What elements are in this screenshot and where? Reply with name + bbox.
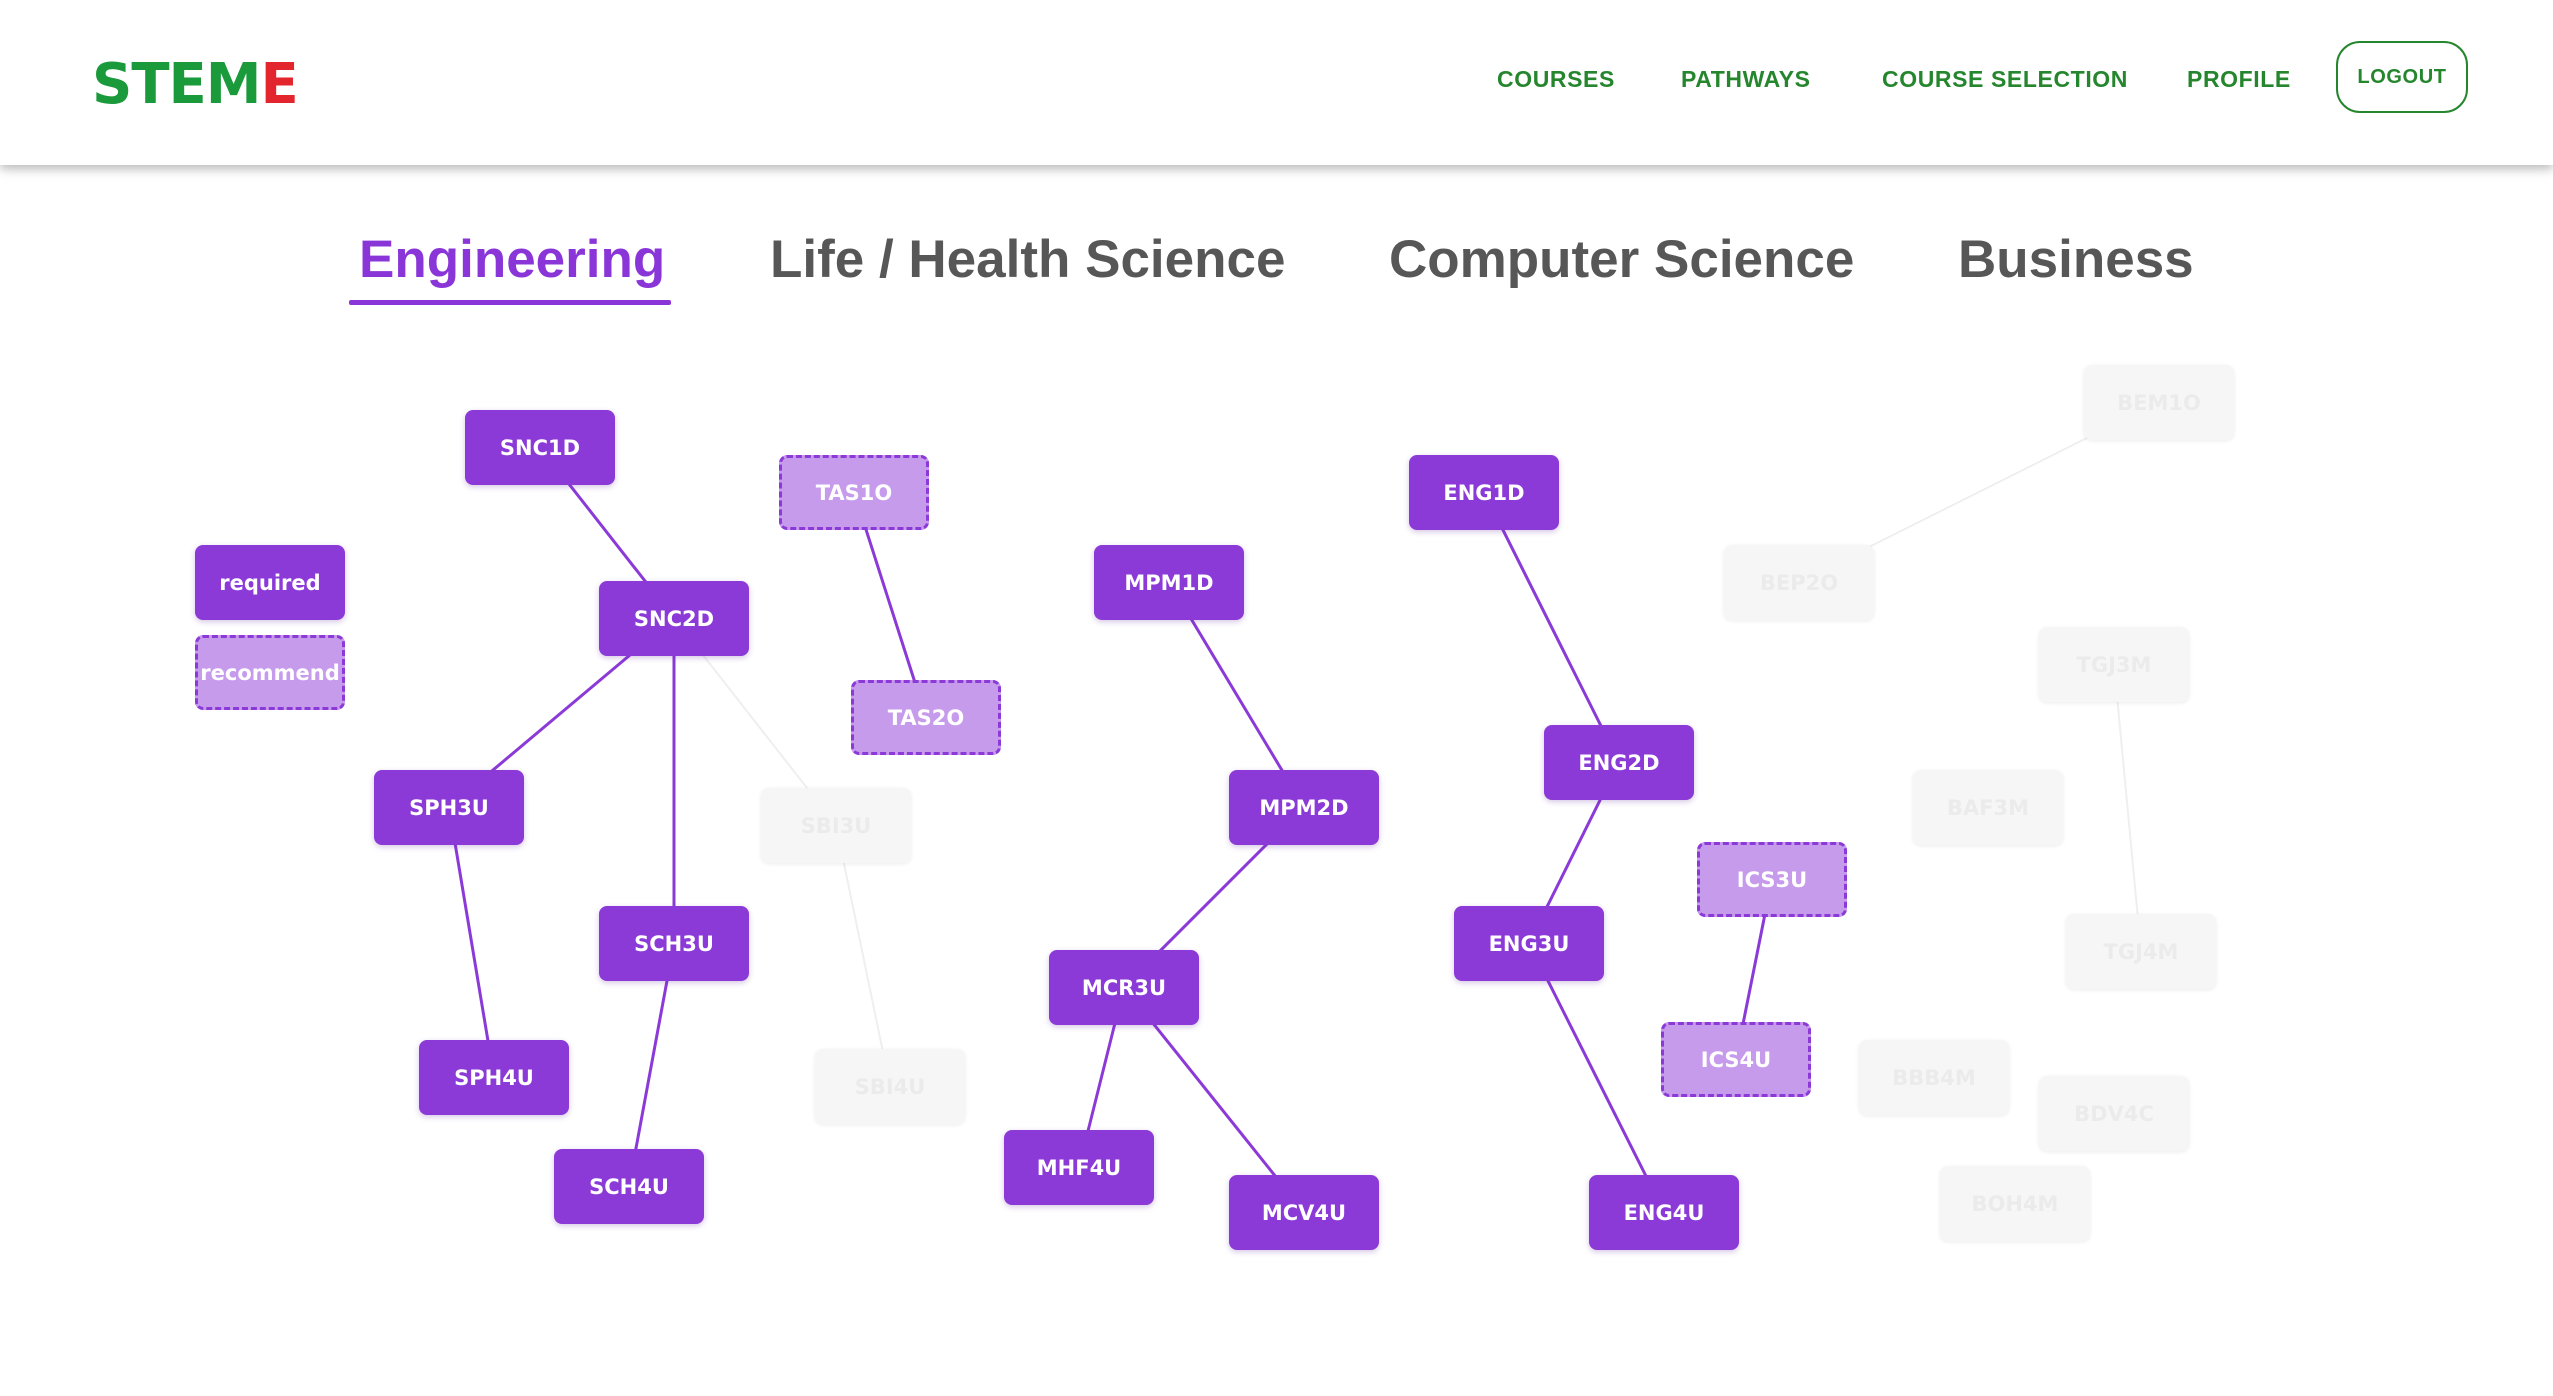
- course-node-mpm2d[interactable]: MPM2D: [1229, 770, 1379, 845]
- course-node-eng4u[interactable]: ENG4U: [1589, 1175, 1739, 1250]
- course-node-sbi3u[interactable]: SBI3U: [761, 788, 911, 863]
- legend-required: required: [195, 545, 345, 620]
- course-node-bbb4m[interactable]: BBB4M: [1859, 1040, 2009, 1115]
- logo-text-stem: STEM: [92, 52, 262, 117]
- course-node-eng2d[interactable]: ENG2D: [1544, 725, 1694, 800]
- link-sbi3u-sbi4u: [835, 824, 891, 1087]
- course-node-bem1o[interactable]: BEM1O: [2084, 365, 2234, 440]
- nav-courses-link[interactable]: COURSES: [1497, 64, 1615, 94]
- steme-logo[interactable]: STEME: [92, 50, 299, 120]
- course-node-tgj3m[interactable]: TGJ3M: [2039, 627, 2189, 702]
- logo-text-e: E: [260, 52, 299, 117]
- course-node-snc2d[interactable]: SNC2D: [599, 581, 749, 656]
- course-node-mcr3u[interactable]: MCR3U: [1049, 950, 1199, 1025]
- link-sph3u-sph4u: [447, 806, 496, 1078]
- link-tgj3m-tgj4m: [2113, 663, 2142, 952]
- nav-pathways-link[interactable]: PATHWAYS: [1681, 64, 1811, 94]
- course-node-tgj4m[interactable]: TGJ4M: [2066, 914, 2216, 989]
- course-node-eng3u[interactable]: ENG3U: [1454, 906, 1604, 981]
- course-node-tas2o[interactable]: TAS2O: [851, 680, 1001, 755]
- course-node-bdv4c[interactable]: BDV4C: [2039, 1076, 2189, 1151]
- logout-button[interactable]: LOGOUT: [2336, 41, 2468, 113]
- course-node-tas1o[interactable]: TAS1O: [779, 455, 929, 530]
- nav-course-selection-link[interactable]: COURSE SELECTION: [1882, 64, 2128, 94]
- course-node-ics3u[interactable]: ICS3U: [1697, 842, 1847, 917]
- course-node-sph4u[interactable]: SPH4U: [419, 1040, 569, 1115]
- course-node-baf3m[interactable]: BAF3M: [1913, 770, 2063, 845]
- link-eng3u-eng4u: [1527, 942, 1666, 1213]
- course-node-snc1d[interactable]: SNC1D: [465, 410, 615, 485]
- course-node-mcv4u[interactable]: MCV4U: [1229, 1175, 1379, 1250]
- nav-profile-link[interactable]: PROFILE: [2187, 64, 2291, 94]
- course-node-ics4u[interactable]: ICS4U: [1661, 1022, 1811, 1097]
- link-eng1d-eng2d: [1482, 491, 1621, 763]
- course-node-bep2o[interactable]: BEP2O: [1724, 545, 1874, 620]
- legend-recommend: recommend: [195, 635, 345, 710]
- course-node-sch4u[interactable]: SCH4U: [554, 1149, 704, 1224]
- course-node-mpm1d[interactable]: MPM1D: [1094, 545, 1244, 620]
- top-navbar: STEME COURSES PATHWAYS COURSE SELECTION …: [0, 0, 2553, 165]
- course-node-eng1d[interactable]: ENG1D: [1409, 455, 1559, 530]
- course-node-sph3u[interactable]: SPH3U: [374, 770, 524, 845]
- course-node-mhf4u[interactable]: MHF4U: [1004, 1130, 1154, 1205]
- course-node-sbi4u[interactable]: SBI4U: [815, 1049, 965, 1124]
- course-node-boh4m[interactable]: BOH4M: [1940, 1166, 2090, 1241]
- course-node-sch3u[interactable]: SCH3U: [599, 906, 749, 981]
